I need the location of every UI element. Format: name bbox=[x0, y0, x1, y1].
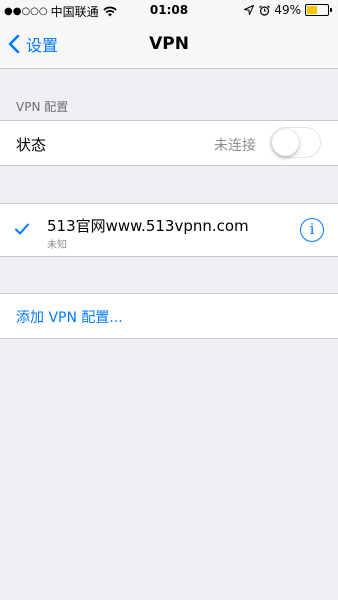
vpn-config-row[interactable]: 513官网www.513vpnn.com 未知 i bbox=[0, 203, 338, 257]
vpn-config-name: 513官网www.513vpnn.com bbox=[47, 217, 249, 235]
status-bar: ●●○○○ 中国联通 01:08 49% bbox=[0, 0, 338, 20]
navigation-bar: 设置 VPN bbox=[0, 20, 338, 69]
toggle-knob bbox=[272, 129, 299, 156]
vpn-connection-toggle[interactable] bbox=[270, 127, 321, 158]
add-vpn-config-row[interactable]: 添加 VPN 配置... bbox=[0, 293, 338, 339]
vpn-config-type: 未知 bbox=[47, 240, 67, 251]
connection-status-value: 未连接 bbox=[214, 138, 256, 154]
alarm-clock-icon bbox=[259, 4, 271, 16]
status-bar-right: 49% bbox=[244, 3, 332, 17]
section-header-vpn-config: VPN 配置 bbox=[16, 100, 69, 114]
info-icon[interactable]: i bbox=[300, 218, 324, 242]
checkmark-icon bbox=[15, 223, 29, 235]
add-vpn-config-button[interactable]: 添加 VPN 配置... bbox=[16, 307, 123, 327]
status-label: 状态 bbox=[16, 136, 47, 154]
page-title: VPN bbox=[149, 34, 189, 54]
battery-level-fill bbox=[307, 6, 317, 14]
location-arrow-icon bbox=[244, 5, 255, 15]
battery-tip bbox=[330, 8, 332, 12]
status-row: 状态 未连接 bbox=[0, 120, 338, 166]
battery-percent: 49% bbox=[274, 3, 301, 17]
battery-icon bbox=[305, 4, 329, 16]
